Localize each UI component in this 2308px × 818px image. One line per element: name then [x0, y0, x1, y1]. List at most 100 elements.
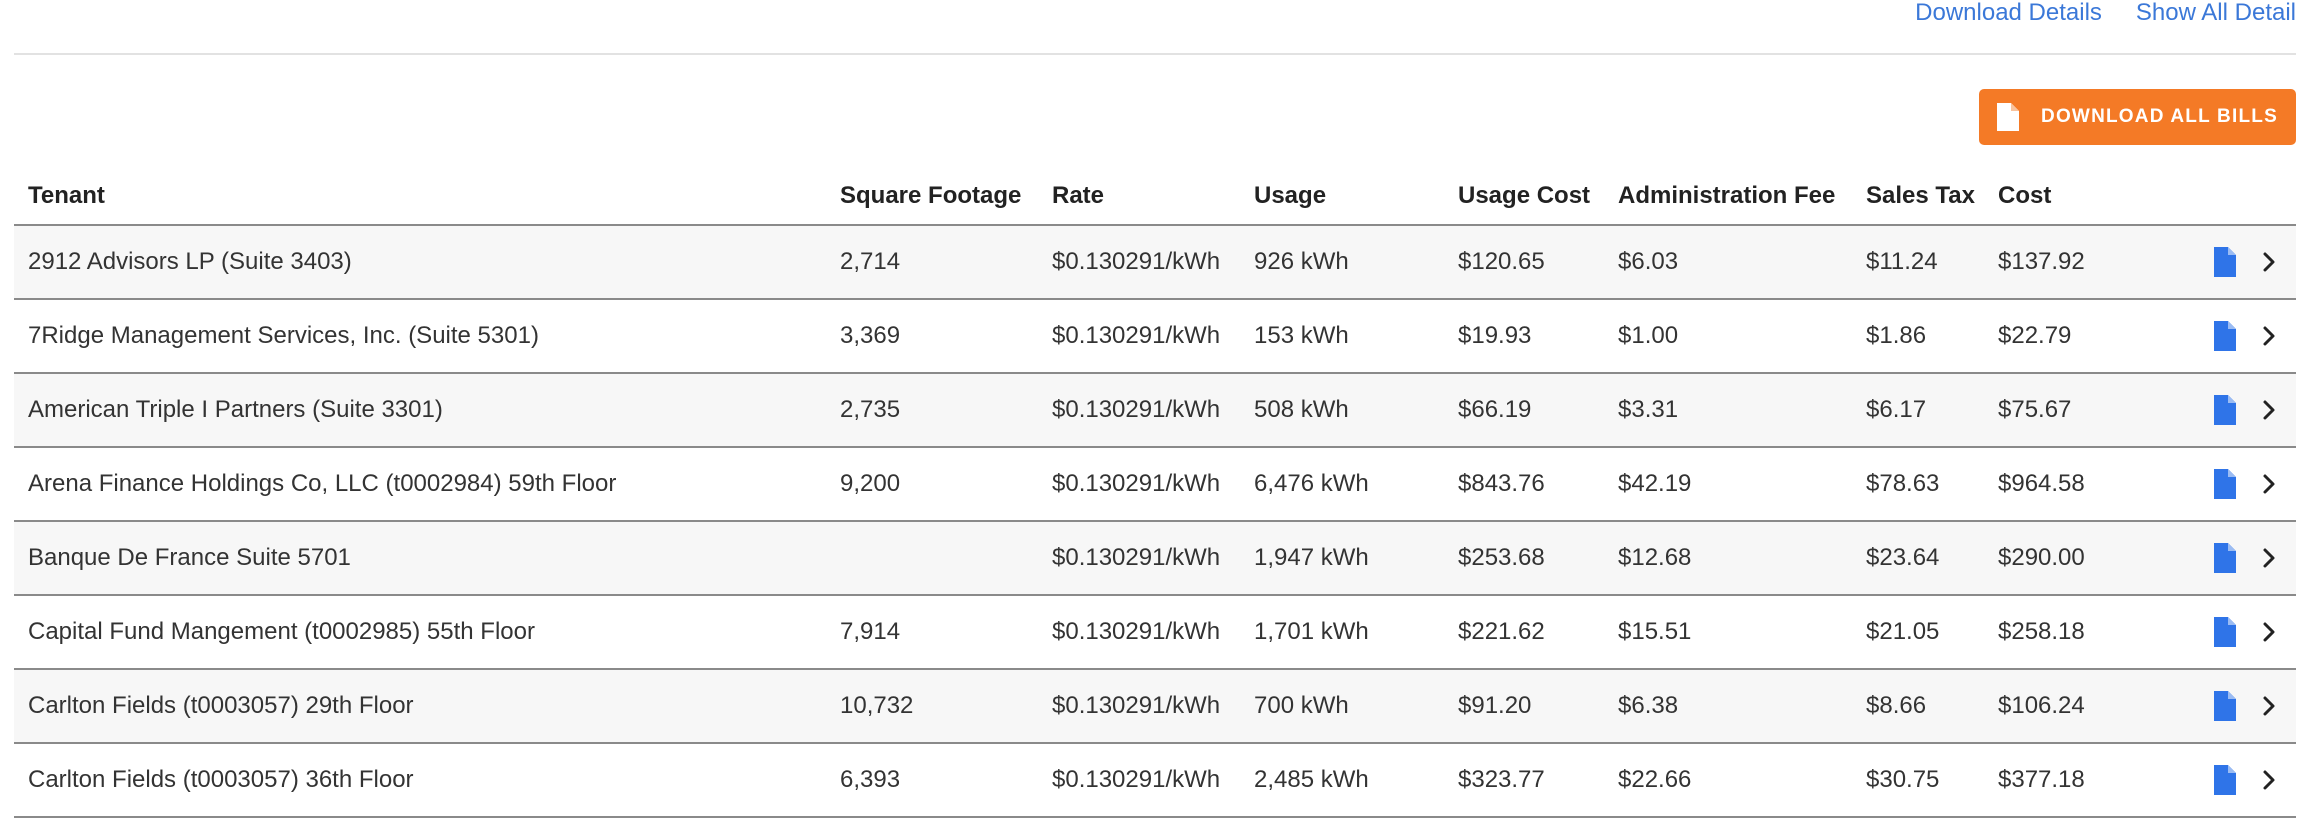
sales-tax-cell: $6.17 [1852, 373, 1984, 448]
chevron-right-icon[interactable] [2262, 621, 2276, 643]
row-actions [2134, 521, 2296, 596]
column-header-actions [2134, 168, 2296, 226]
tenant-cell: Carlton Fields (t0003057) 29th Floor [14, 669, 826, 744]
usage-cost-cell: $120.65 [1444, 225, 1604, 300]
usage-cost-cell: $843.76 [1444, 447, 1604, 522]
column-header-tenant[interactable]: Tenant [14, 168, 826, 226]
table-body: 2912 Advisors LP (Suite 3403) 2,714 $0.130… [14, 225, 2296, 818]
usage-cost-cell: $323.77 [1444, 743, 1604, 818]
administration-fee-cell: $6.03 [1604, 225, 1852, 300]
table-row[interactable]: Carlton Fields (t0003057) 36th Floor 6,39… [14, 743, 2296, 818]
row-actions-group [2134, 247, 2296, 277]
table-row[interactable]: Arena Finance Holdings Co, LLC (t0002984… [14, 447, 2296, 522]
table-row[interactable]: 2912 Advisors LP (Suite 3403) 2,714 $0.130… [14, 225, 2296, 300]
sales-tax-cell: $21.05 [1852, 595, 1984, 670]
column-header-administration-fee[interactable]: Administration Fee [1604, 168, 1852, 226]
table-row[interactable]: Banque De France Suite 5701 $0.130291/kWh… [14, 521, 2296, 596]
column-header-square-footage[interactable]: Square Footage [826, 168, 1038, 226]
document-icon[interactable] [2214, 691, 2236, 721]
row-actions [2134, 743, 2296, 818]
show-all-detail-link[interactable]: Show All Detail [2136, 0, 2296, 27]
administration-fee-cell: $42.19 [1604, 447, 1852, 522]
usage-cell: 1,701 kWh [1240, 595, 1444, 670]
sales-tax-cell: $23.64 [1852, 521, 1984, 596]
document-icon[interactable] [2214, 469, 2236, 499]
tenant-cell: 2912 Advisors LP (Suite 3403) [14, 225, 826, 300]
cost-cell: $106.24 [1984, 669, 2134, 744]
usage-cost-cell: $253.68 [1444, 521, 1604, 596]
document-icon[interactable] [2214, 321, 2236, 351]
tenant-cell: American Triple I Partners (Suite 3301) [14, 373, 826, 448]
document-icon [1997, 103, 2020, 131]
column-header-rate[interactable]: Rate [1038, 168, 1240, 226]
cost-cell: $137.92 [1984, 225, 2134, 300]
row-actions-group [2134, 395, 2296, 425]
header-divider [14, 53, 2296, 55]
document-icon[interactable] [2214, 395, 2236, 425]
square-footage-cell: 7,914 [826, 595, 1038, 670]
square-footage-cell: 2,735 [826, 373, 1038, 448]
cost-cell: $377.18 [1984, 743, 2134, 818]
chevron-right-icon[interactable] [2262, 695, 2276, 717]
rate-cell: $0.130291/kWh [1038, 743, 1240, 818]
chevron-right-icon[interactable] [2262, 399, 2276, 421]
table-row[interactable]: American Triple I Partners (Suite 3301) 2… [14, 373, 2296, 448]
square-footage-cell [826, 521, 1038, 596]
row-actions [2134, 299, 2296, 374]
administration-fee-cell: $3.31 [1604, 373, 1852, 448]
chevron-right-icon[interactable] [2262, 251, 2276, 273]
square-footage-cell: 6,393 [826, 743, 1038, 818]
row-actions [2134, 595, 2296, 670]
table-row[interactable]: 7Ridge Management Services, Inc. (Suite … [14, 299, 2296, 374]
row-actions [2134, 447, 2296, 522]
administration-fee-cell: $12.68 [1604, 521, 1852, 596]
cost-cell: $964.58 [1984, 447, 2134, 522]
sales-tax-cell: $11.24 [1852, 225, 1984, 300]
usage-cell: 2,485 kWh [1240, 743, 1444, 818]
usage-cost-cell: $221.62 [1444, 595, 1604, 670]
column-header-cost[interactable]: Cost [1984, 168, 2134, 226]
usage-cost-cell: $66.19 [1444, 373, 1604, 448]
tenant-cell: Carlton Fields (t0003057) 36th Floor [14, 743, 826, 818]
cost-cell: $258.18 [1984, 595, 2134, 670]
column-header-usage[interactable]: Usage [1240, 168, 1444, 226]
row-actions-group [2134, 691, 2296, 721]
chevron-right-icon[interactable] [2262, 473, 2276, 495]
row-actions-group [2134, 543, 2296, 573]
tenant-cell: 7Ridge Management Services, Inc. (Suite … [14, 299, 826, 374]
usage-cell: 153 kWh [1240, 299, 1444, 374]
document-icon[interactable] [2214, 247, 2236, 277]
tenant-bills-table: Tenant Square Footage Rate Usage Usage C… [14, 168, 2296, 818]
table-row[interactable]: Capital Fund Mangement (t0002985) 55th F… [14, 595, 2296, 670]
cost-cell: $290.00 [1984, 521, 2134, 596]
download-all-bills-label: DOWNLOAD ALL BILLS [2041, 106, 2278, 127]
usage-cell: 6,476 kWh [1240, 447, 1444, 522]
row-actions-group [2134, 321, 2296, 351]
sales-tax-cell: $30.75 [1852, 743, 1984, 818]
row-actions [2134, 225, 2296, 300]
chevron-right-icon[interactable] [2262, 547, 2276, 569]
document-icon[interactable] [2214, 765, 2236, 795]
chevron-right-icon[interactable] [2262, 769, 2276, 791]
tenant-cell: Arena Finance Holdings Co, LLC (t0002984… [14, 447, 826, 522]
download-all-bills-button[interactable]: DOWNLOAD ALL BILLS [1979, 89, 2296, 145]
table-row[interactable]: Carlton Fields (t0003057) 29th Floor 10,7… [14, 669, 2296, 744]
row-actions [2134, 373, 2296, 448]
chevron-right-icon[interactable] [2262, 325, 2276, 347]
document-icon[interactable] [2214, 617, 2236, 647]
square-footage-cell: 2,714 [826, 225, 1038, 300]
tenant-cell: Capital Fund Mangement (t0002985) 55th F… [14, 595, 826, 670]
column-header-usage-cost[interactable]: Usage Cost [1444, 168, 1604, 226]
row-actions [2134, 669, 2296, 744]
rate-cell: $0.130291/kWh [1038, 225, 1240, 300]
document-icon[interactable] [2214, 543, 2236, 573]
table-header-row: Tenant Square Footage Rate Usage Usage C… [14, 168, 2296, 226]
column-header-sales-tax[interactable]: Sales Tax [1852, 168, 1984, 226]
row-actions-group [2134, 765, 2296, 795]
usage-cell: 508 kWh [1240, 373, 1444, 448]
square-footage-cell: 10,732 [826, 669, 1038, 744]
administration-fee-cell: $6.38 [1604, 669, 1852, 744]
administration-fee-cell: $15.51 [1604, 595, 1852, 670]
download-details-link[interactable]: Download Details [1915, 0, 2102, 27]
row-actions-group [2134, 617, 2296, 647]
